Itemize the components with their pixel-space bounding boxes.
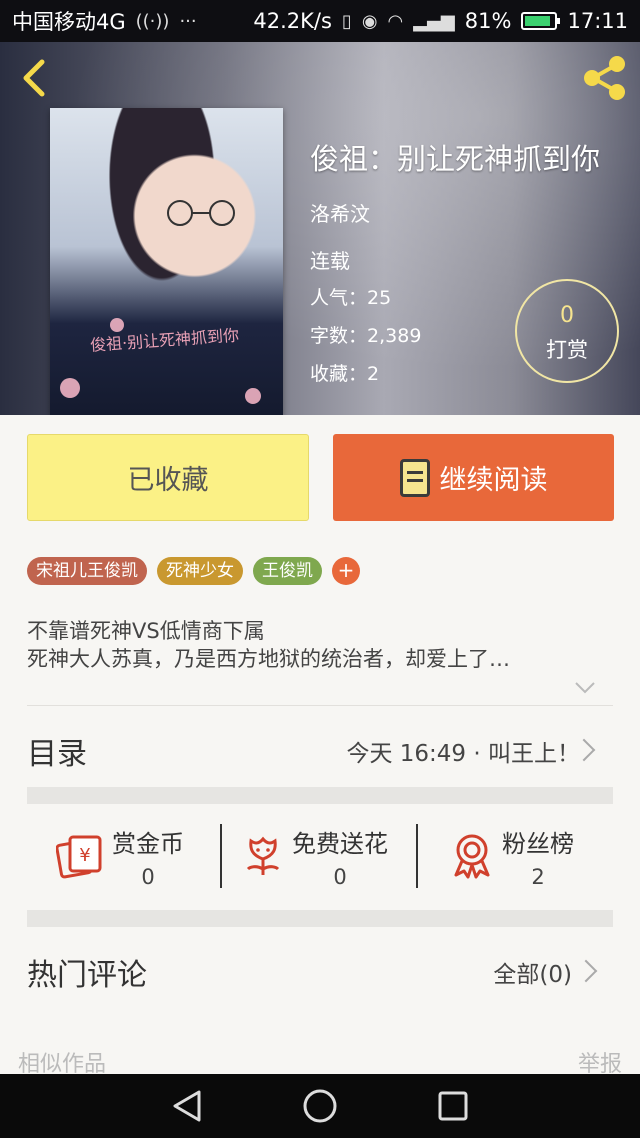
send-flower-button[interactable]: 免费送花 0 [242,822,388,890]
back-button[interactable] [14,58,54,98]
cover-glasses-art [167,200,235,226]
system-nav-bar [0,1074,640,1138]
tag-list: 宋祖儿王俊凯 死神少女 王俊凯 + [27,557,360,585]
all-comments-label: 全部(0) [493,962,572,988]
nav-back-icon [173,1090,201,1122]
chevron-right-icon [574,959,598,983]
favorites-label: 收藏： [310,363,368,385]
nav-home-icon [303,1089,337,1123]
nav-back-button[interactable] [167,1086,207,1126]
word-count-label: 字数： [310,325,368,347]
cover-flower [245,388,261,404]
send-flower-value: 0 [333,864,347,889]
status-bar: 中国移动4G ((·)) ··· 42.2K/s ▯ ◉ ◠ ▂▄▆ 81% 1… [0,0,640,42]
section-divider [27,787,613,804]
vibrate-icon: ▯ [341,10,352,32]
tag-item[interactable]: 宋祖儿王俊凯 [27,557,147,585]
back-arrow-icon [23,59,45,97]
nav-recents-icon [438,1091,468,1121]
cell-signal-icon: ▂▄▆ [413,10,455,32]
book-title: 俊祖：别让死神抓到你 [310,142,601,176]
share-button[interactable] [580,54,630,102]
latest-chapter: 今天 16:49 · 叫王上！ [346,741,580,767]
popularity-line: 人气：25 [310,283,391,310]
cover-flower [60,378,80,398]
expand-chevron-icon[interactable] [574,680,596,696]
favorites-value: 2 [367,363,380,385]
word-count-line: 字数：2,389 [310,321,421,348]
svg-text:¥: ¥ [79,845,90,866]
book-status: 连载 [310,249,350,273]
tip-button[interactable]: 0 打赏 [515,279,619,383]
battery-percent: 81% [464,9,512,33]
wifi-icon: ◠ [387,10,404,32]
saved-button[interactable]: 已收藏 [27,434,309,521]
hot-comments-title: 热门评论 [27,958,147,993]
description-line-2: 死神大人苏真，乃是西方地狱的统治者，却爱上了… [27,647,510,671]
favorites-line: 收藏：2 [310,359,379,386]
coin-envelope-icon: ¥ [56,835,102,879]
saved-label: 已收藏 [127,465,209,496]
catalog-title: 目录 [27,737,87,772]
more-dots-icon: ··· [179,10,197,32]
flower-icon [246,836,280,875]
vertical-divider [416,824,418,888]
net-speed: 42.2K/s [253,9,332,33]
popularity-label: 人气： [310,287,368,309]
share-icon [584,56,625,100]
divider [27,705,613,706]
clock: 17:11 [567,9,628,33]
nav-home-button[interactable] [300,1086,340,1126]
cover-flower [110,318,124,332]
continue-reading-button[interactable]: 继续阅读 [333,434,614,521]
description-line-1: 不靠谱死神VS低情商下属 [27,619,265,643]
book-cover[interactable]: 俊祖·别让死神抓到你 [50,108,283,415]
continue-reading-label: 继续阅读 [439,465,548,496]
nav-recents-button[interactable] [433,1086,473,1126]
book-header: 俊祖·别让死神抓到你 俊祖：别让死神抓到你 洛希汶 连载 人气：25 字数：2,… [0,42,640,415]
signal-wave-icon: ((·)) [135,10,170,32]
vertical-divider [220,824,222,888]
coin-reward-value: 0 [141,864,155,889]
coin-reward-label: 赏金币 [112,829,184,858]
eye-icon: ◉ [361,10,378,32]
book-description[interactable]: 不靠谱死神VS低情商下属 死神大人苏真，乃是西方地狱的统治者，却爱上了… [27,617,607,673]
popularity-value: 25 [367,287,392,309]
fan-ranking-value: 2 [531,864,545,889]
tip-label: 打赏 [546,338,588,362]
tag-item[interactable]: 死神少女 [157,557,243,585]
fan-ranking-button[interactable]: 粉丝榜 2 [450,822,574,890]
medal-icon [454,834,490,879]
battery-icon [521,12,561,30]
word-count-value: 2,389 [367,325,422,347]
tag-item[interactable]: 王俊凯 [253,557,322,585]
add-tag-button[interactable]: + [332,557,360,585]
coin-reward-button[interactable]: ¥ 赏金币 0 [56,822,184,890]
carrier-label: 中国移动4G [12,10,126,34]
book-author[interactable]: 洛希汶 [310,198,370,227]
tip-count: 0 [560,303,574,328]
fan-ranking-label: 粉丝榜 [502,829,574,858]
section-divider [27,910,613,927]
book-icon [399,458,430,497]
send-flower-label: 免费送花 [292,829,388,858]
